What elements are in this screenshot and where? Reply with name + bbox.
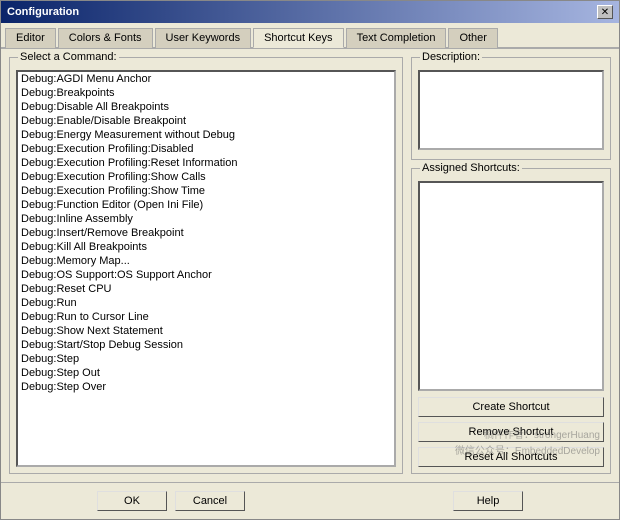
- list-item[interactable]: Debug:Reset CPU: [18, 282, 394, 296]
- window-title: Configuration: [7, 6, 79, 18]
- description-label: Description:: [420, 51, 482, 63]
- list-item[interactable]: Debug:Kill All Breakpoints: [18, 240, 394, 254]
- list-item[interactable]: Debug:Step: [18, 352, 394, 366]
- list-item[interactable]: Debug:Show Next Statement: [18, 324, 394, 338]
- list-item[interactable]: Debug:Step Over: [18, 380, 394, 394]
- shortcut-buttons: Create Shortcut Remove Shortcut Reset Al…: [418, 397, 604, 467]
- tab-text-completion[interactable]: Text Completion: [346, 28, 447, 48]
- tab-user-keywords[interactable]: User Keywords: [155, 28, 252, 48]
- shortcuts-list: [418, 181, 604, 391]
- list-item[interactable]: Debug:Start/Stop Debug Session: [18, 338, 394, 352]
- reset-shortcuts-button[interactable]: Reset All Shortcuts: [418, 447, 604, 467]
- command-group: Select a Command: Debug:AGDI Menu Anchor…: [9, 57, 403, 474]
- list-item[interactable]: Debug:Function Editor (Open Ini File): [18, 198, 394, 212]
- tab-bar: Editor Colors & Fonts User Keywords Shor…: [1, 23, 619, 49]
- ok-button[interactable]: OK: [97, 491, 167, 511]
- create-shortcut-button[interactable]: Create Shortcut: [418, 397, 604, 417]
- list-item[interactable]: Debug:Execution Profiling:Show Calls: [18, 170, 394, 184]
- list-item[interactable]: Debug:AGDI Menu Anchor: [18, 72, 394, 86]
- shortcuts-group: Assigned Shortcuts: Create Shortcut Remo…: [411, 168, 611, 474]
- list-item[interactable]: Debug:Run to Cursor Line: [18, 310, 394, 324]
- cancel-button[interactable]: Cancel: [175, 491, 245, 511]
- configuration-dialog: Configuration ✕ Editor Colors & Fonts Us…: [0, 0, 620, 520]
- description-textarea[interactable]: [418, 70, 604, 150]
- close-button[interactable]: ✕: [597, 5, 613, 19]
- title-bar: Configuration ✕: [1, 1, 619, 23]
- main-content: Select a Command: Debug:AGDI Menu Anchor…: [1, 49, 619, 482]
- list-item[interactable]: Debug:Memory Map...: [18, 254, 394, 268]
- list-item[interactable]: Debug:Disable All Breakpoints: [18, 100, 394, 114]
- left-panel: Select a Command: Debug:AGDI Menu Anchor…: [9, 57, 403, 474]
- tab-other[interactable]: Other: [448, 28, 498, 48]
- footer: OK Cancel Help: [1, 482, 619, 519]
- description-group: Description:: [411, 57, 611, 160]
- command-list[interactable]: Debug:AGDI Menu AnchorDebug:BreakpointsD…: [16, 70, 396, 467]
- list-item[interactable]: Debug:Execution Profiling:Reset Informat…: [18, 156, 394, 170]
- list-item[interactable]: Debug:Execution Profiling:Disabled: [18, 142, 394, 156]
- tab-colors-fonts[interactable]: Colors & Fonts: [58, 28, 153, 48]
- list-item[interactable]: Debug:Run: [18, 296, 394, 310]
- list-item[interactable]: Debug:Execution Profiling:Show Time: [18, 184, 394, 198]
- list-item[interactable]: Debug:Energy Measurement without Debug: [18, 128, 394, 142]
- list-item[interactable]: Debug:Inline Assembly: [18, 212, 394, 226]
- list-item[interactable]: Debug:Enable/Disable Breakpoint: [18, 114, 394, 128]
- list-item[interactable]: Debug:Insert/Remove Breakpoint: [18, 226, 394, 240]
- tab-shortcut-keys[interactable]: Shortcut Keys: [253, 28, 343, 48]
- remove-shortcut-button[interactable]: Remove Shortcut: [418, 422, 604, 442]
- list-item[interactable]: Debug:Breakpoints: [18, 86, 394, 100]
- tab-editor[interactable]: Editor: [5, 28, 56, 48]
- right-panel: Description: Assigned Shortcuts: Create …: [411, 57, 611, 474]
- list-item[interactable]: Debug:OS Support:OS Support Anchor: [18, 268, 394, 282]
- shortcuts-label: Assigned Shortcuts:: [420, 162, 522, 174]
- list-item[interactable]: Debug:Step Out: [18, 366, 394, 380]
- command-group-label: Select a Command:: [18, 51, 119, 63]
- help-button[interactable]: Help: [453, 491, 523, 511]
